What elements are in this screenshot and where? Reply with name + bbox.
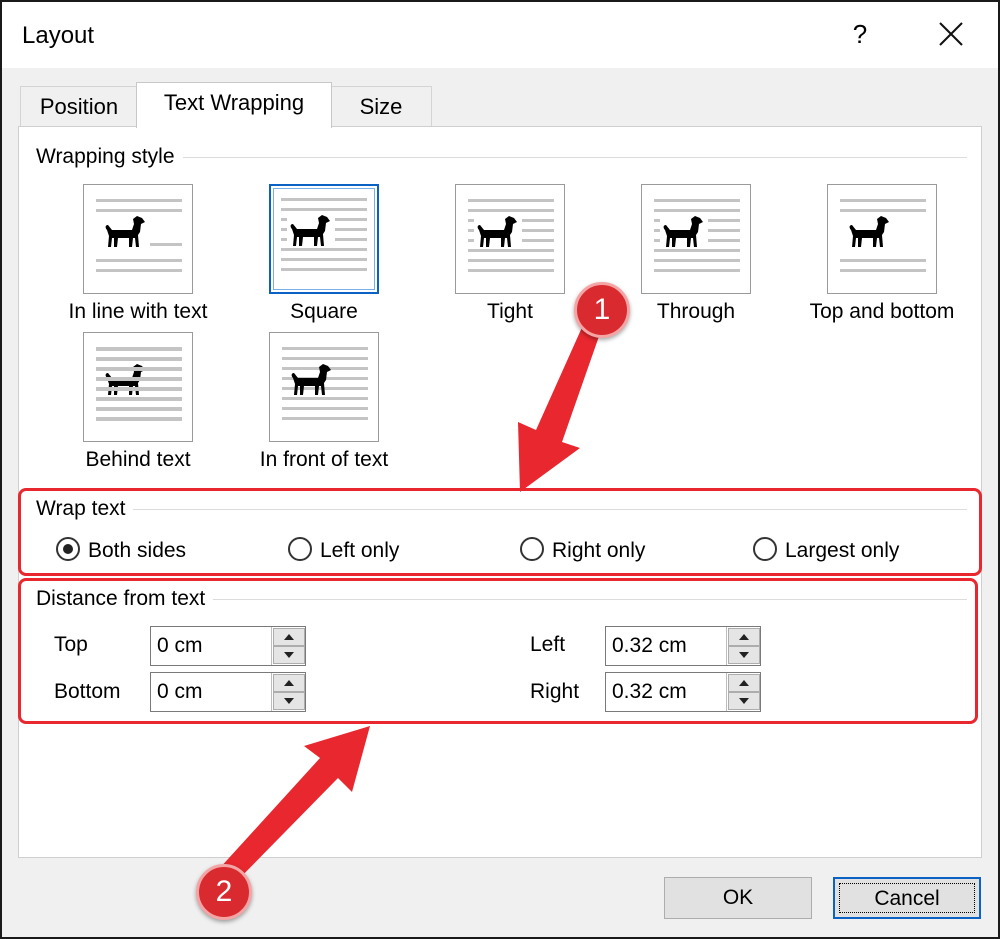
help-button[interactable]: ? (840, 14, 880, 54)
wrap-option-through[interactable] (641, 184, 751, 294)
close-button[interactable] (928, 14, 974, 56)
top-input[interactable] (151, 627, 269, 665)
bottom-label: Bottom (54, 680, 121, 703)
radio-largest-only[interactable]: Largest only (753, 537, 900, 563)
wrap-option-tight[interactable] (455, 184, 565, 294)
radio-right-only[interactable]: Right only (520, 537, 646, 563)
spin-up-icon (284, 634, 294, 640)
wrap-option-in-front[interactable] (269, 332, 379, 442)
right-spinner (605, 672, 761, 712)
wrap-option-behind[interactable] (83, 332, 193, 442)
close-icon (939, 22, 963, 46)
top-bottom-wrap-icon (840, 199, 926, 272)
wrap-label-inline: In line with text (68, 300, 208, 323)
title-bar: Layout ? (2, 2, 998, 68)
bottom-spin-up[interactable] (273, 674, 305, 692)
top-spinner (150, 626, 306, 666)
wrap-label-through: Through (656, 300, 736, 323)
right-input[interactable] (606, 673, 724, 711)
wrap-label-in-front: In front of text (259, 448, 389, 471)
left-spin-up[interactable] (728, 628, 760, 646)
spin-down-icon (284, 652, 294, 658)
spin-up-icon (739, 634, 749, 640)
bottom-spinner (150, 672, 306, 712)
wrapping-style-heading: Wrapping style (36, 145, 183, 169)
wrap-text-divider (42, 509, 967, 510)
radio-indicator (56, 537, 80, 562)
tab-text-wrapping[interactable]: Text Wrapping (136, 82, 332, 128)
radio-indicator (520, 537, 544, 562)
radio-left-only-label: Left only (320, 539, 400, 562)
radio-indicator (753, 537, 777, 562)
wrap-label-top-bottom: Top and bottom (809, 300, 955, 323)
left-spin-buttons (726, 627, 760, 665)
right-spin-down[interactable] (728, 692, 760, 710)
radio-left-only[interactable]: Left only (288, 537, 400, 563)
in-front-text-icon (282, 347, 368, 420)
top-label: Top (54, 633, 88, 656)
radio-largest-only-label: Largest only (785, 539, 900, 562)
radio-both-sides[interactable]: Both sides (56, 537, 187, 563)
wrap-label-square: Square (290, 300, 358, 323)
annotation-marker-2: 2 (196, 864, 252, 920)
top-spin-down[interactable] (273, 646, 305, 664)
top-spin-buttons (271, 627, 305, 665)
top-spin-up[interactable] (273, 628, 305, 646)
left-spinner (605, 626, 761, 666)
cancel-button-label: Cancel (874, 887, 940, 910)
wrap-option-square[interactable] (269, 184, 379, 294)
left-input[interactable] (606, 627, 724, 665)
cancel-button[interactable]: Cancel (833, 877, 981, 919)
bottom-input[interactable] (151, 673, 269, 711)
left-label: Left (530, 633, 566, 656)
right-spin-up[interactable] (728, 674, 760, 692)
radio-right-only-label: Right only (552, 539, 646, 562)
ok-button[interactable]: OK (664, 877, 812, 919)
left-spin-down[interactable] (728, 646, 760, 664)
spin-up-icon (284, 680, 294, 686)
wrap-text-heading: Wrap text (36, 497, 134, 521)
wrap-option-top-bottom[interactable] (827, 184, 937, 294)
layout-dialog: Layout ? Position Text Wrapping Size Wra… (0, 0, 1000, 939)
annotation-marker-1: 1 (574, 282, 630, 338)
wrap-label-tight: Tight (487, 300, 533, 323)
distance-heading: Distance from text (36, 587, 214, 611)
tab-position[interactable]: Position (20, 86, 138, 128)
right-label: Right (530, 680, 580, 703)
spin-down-icon (284, 698, 294, 704)
wrap-option-inline[interactable] (83, 184, 193, 294)
spin-down-icon (739, 698, 749, 704)
spin-up-icon (739, 680, 749, 686)
wrap-label-behind: Behind text (85, 448, 191, 471)
through-wrap-icon (654, 199, 740, 272)
bottom-spin-down[interactable] (273, 692, 305, 710)
radio-both-sides-label: Both sides (88, 539, 187, 562)
dialog-title: Layout (22, 22, 95, 49)
inline-wrap-icon (96, 199, 182, 272)
radio-indicator (288, 537, 312, 562)
square-wrap-icon (281, 198, 367, 271)
bottom-spin-buttons (271, 673, 305, 711)
tight-wrap-icon (468, 199, 554, 272)
tab-size[interactable]: Size (330, 86, 432, 128)
right-spin-buttons (726, 673, 760, 711)
spin-down-icon (739, 652, 749, 658)
behind-text-icon (96, 347, 182, 421)
